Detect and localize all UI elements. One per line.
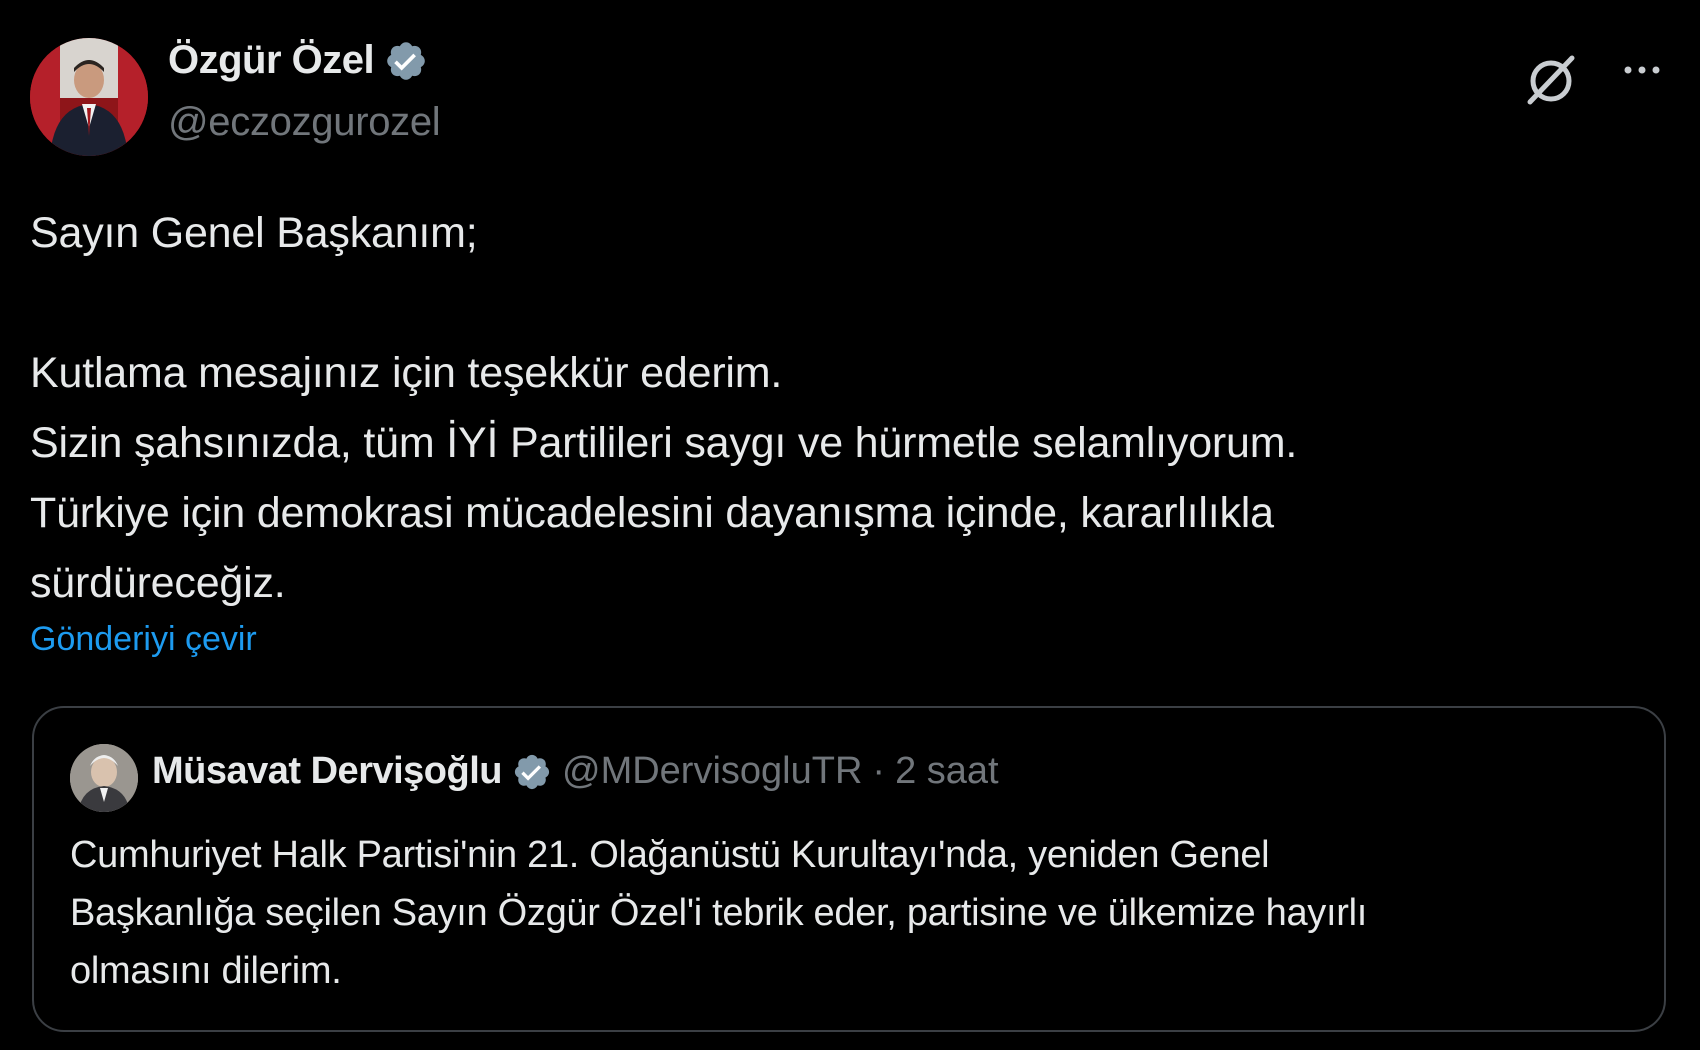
more-options-icon[interactable] [1618, 46, 1666, 86]
tweet-line: sürdüreceğiz. [30, 559, 286, 607]
verified-badge-icon [514, 754, 550, 789]
tweet: Özgür Özel @eczozgurozel Sayın Genel Baş… [0, 0, 1700, 1050]
quote-author-name[interactable]: Müsavat Dervişoğlu [152, 750, 503, 793]
tweet-greeting: Sayın Genel Başkanım; [30, 209, 478, 257]
quote-line: Başkanlığa seçilen Sayın Özgür Özel'i te… [70, 892, 1367, 934]
quote-author-handle[interactable]: @MDervisogluTR [562, 750, 862, 793]
grok-icon[interactable] [1522, 50, 1580, 108]
author-name-label: Özgür Özel [168, 38, 375, 82]
quote-separator: · [872, 750, 886, 792]
tweet-text: Sayın Genel Başkanım; Kutlama mesajınız … [30, 198, 1630, 618]
quoted-tweet-card[interactable]: Müsavat Dervişoğlu @MDervisogluTR · 2 sa… [32, 706, 1666, 1032]
quote-line: olmasını dilerim. [70, 950, 342, 992]
tweet-line: Kutlama mesajınız için teşekkür ederim. [30, 349, 783, 397]
author-avatar[interactable] [30, 38, 148, 156]
verified-badge-icon [387, 41, 425, 80]
quote-author-avatar[interactable] [70, 744, 138, 812]
quote-line: Cumhuriyet Halk Partisi'nin 21. Olağanüs… [70, 834, 1270, 876]
translate-post-link[interactable]: Gönderiyi çevir [30, 620, 257, 659]
tweet-line: Sizin şahsınızda, tüm İYİ Partilileri sa… [30, 419, 1298, 467]
tweet-line-break [30, 268, 1630, 338]
quote-timestamp[interactable]: 2 saat [895, 750, 999, 793]
tweet-line: Türkiye için demokrasi mücadelesini daya… [30, 489, 1274, 537]
author-handle[interactable]: @eczozgurozel [168, 100, 441, 145]
quote-text: Cumhuriyet Halk Partisi'nin 21. Olağanüs… [70, 826, 1640, 1000]
author-name[interactable]: Özgür Özel [168, 38, 428, 83]
quote-header: Müsavat Dervişoğlu @MDervisogluTR · 2 sa… [152, 750, 999, 793]
